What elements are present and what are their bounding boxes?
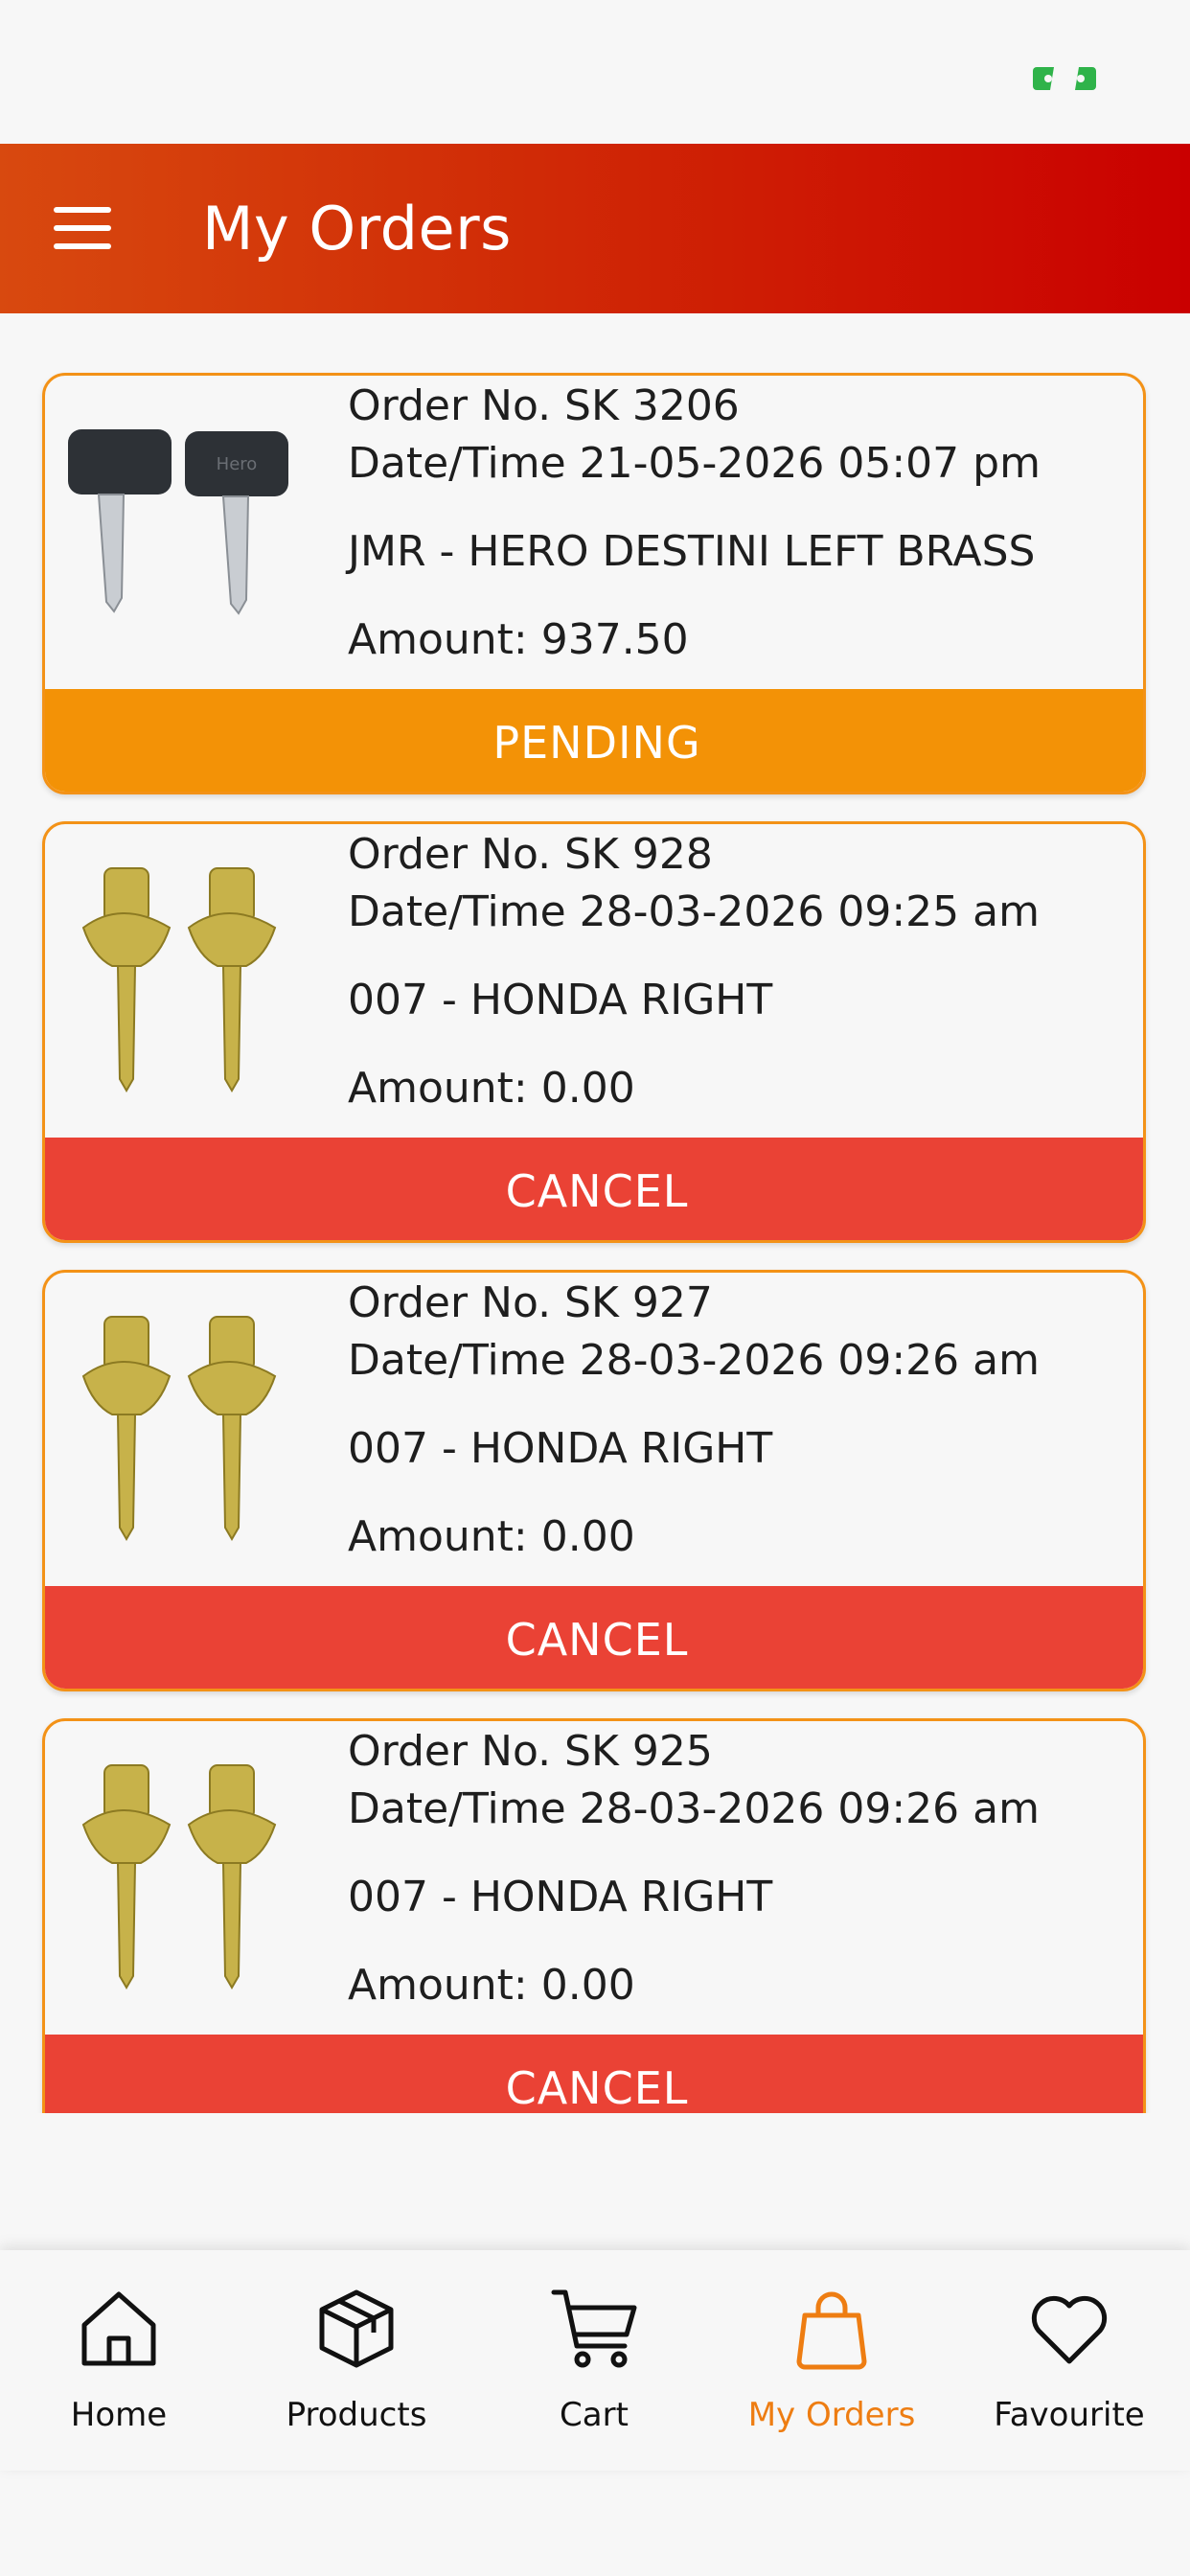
black-key-pair-image: Hero xyxy=(68,429,288,615)
nav-label: Cart xyxy=(560,2396,629,2434)
order-status-cancel-button[interactable]: CANCEL xyxy=(45,2035,1143,2113)
box-icon xyxy=(319,2289,394,2368)
hamburger-menu-icon[interactable] xyxy=(54,207,113,251)
status-indicator-icon xyxy=(1033,67,1096,90)
order-amount: Amount: 937.50 xyxy=(348,615,689,664)
nav-item-my-orders[interactable]: My Orders xyxy=(713,2250,950,2471)
order-status-pending-button[interactable]: PENDING xyxy=(45,689,1143,792)
order-datetime: Date/Time 28-03-2026 09:26 am xyxy=(348,1784,1040,1833)
shopping-bag-icon xyxy=(796,2291,867,2370)
order-status-cancel-button[interactable]: CANCEL xyxy=(45,1586,1143,1689)
order-number: Order No. SK 927 xyxy=(348,1278,713,1327)
order-product-name: 007 - HONDA RIGHT xyxy=(348,976,773,1024)
order-status-cancel-button[interactable]: CANCEL xyxy=(45,1138,1143,1240)
order-amount: Amount: 0.00 xyxy=(348,1064,635,1113)
app-header: My Orders xyxy=(0,144,1190,313)
order-product-name: 007 - HONDA RIGHT xyxy=(348,1873,773,1921)
nav-label: Products xyxy=(286,2396,427,2434)
order-product-name: JMR - HERO DESTINI LEFT BRASS xyxy=(348,527,1036,576)
order-datetime: Date/Time 28-03-2026 09:26 am xyxy=(348,1336,1040,1385)
page-title: My Orders xyxy=(202,194,512,264)
order-amount: Amount: 0.00 xyxy=(348,1961,635,2010)
nav-item-home[interactable]: Home xyxy=(0,2250,238,2471)
home-icon xyxy=(81,2291,156,2366)
bottom-navigation: Home Products Cart My Orders Favourite xyxy=(0,2250,1190,2471)
heart-icon xyxy=(1031,2295,1108,2364)
order-datetime: Date/Time 21-05-2026 05:07 pm xyxy=(348,439,1041,488)
cart-icon xyxy=(551,2289,637,2368)
status-bar xyxy=(0,0,1190,144)
key-brand-text: Hero xyxy=(217,454,258,474)
order-card[interactable]: Order No. SK 928 Date/Time 28-03-2026 09… xyxy=(42,821,1146,1243)
nav-label: Home xyxy=(70,2396,168,2434)
order-product-name: 007 - HONDA RIGHT xyxy=(348,1424,773,1473)
nav-label: My Orders xyxy=(747,2396,916,2434)
order-card[interactable]: Order No. SK 927 Date/Time 28-03-2026 09… xyxy=(42,1270,1146,1691)
order-datetime: Date/Time 28-03-2026 09:25 am xyxy=(348,887,1040,936)
order-card[interactable]: Hero Order No. SK 3206 Date/Time 21-05-2… xyxy=(42,373,1146,794)
brass-key-pair-image xyxy=(81,867,277,1092)
brass-key-pair-image xyxy=(81,1764,277,1990)
order-number: Order No. SK 925 xyxy=(348,1727,713,1776)
nav-item-cart[interactable]: Cart xyxy=(475,2250,713,2471)
nav-label: Favourite xyxy=(994,2396,1145,2434)
order-number: Order No. SK 928 xyxy=(348,830,713,879)
order-amount: Amount: 0.00 xyxy=(348,1512,635,1561)
nav-item-products[interactable]: Products xyxy=(238,2250,475,2471)
order-number: Order No. SK 3206 xyxy=(348,381,740,430)
brass-key-pair-image xyxy=(81,1316,277,1541)
order-card[interactable]: Order No. SK 925 Date/Time 28-03-2026 09… xyxy=(42,1718,1146,2113)
orders-list[interactable]: Hero Order No. SK 3206 Date/Time 21-05-2… xyxy=(0,313,1190,2113)
nav-item-favourite[interactable]: Favourite xyxy=(950,2250,1188,2471)
